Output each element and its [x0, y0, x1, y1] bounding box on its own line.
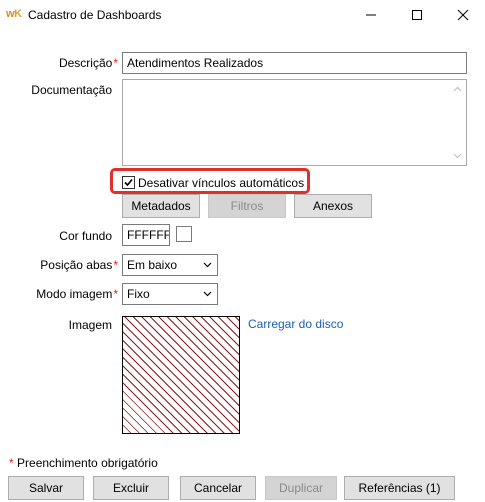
modo-imagem-label-text: Modo imagem: [36, 287, 113, 301]
posicao-abas-label-text: Posição abas: [40, 258, 113, 272]
minimize-button[interactable]: [348, 0, 394, 30]
maximize-icon: [412, 10, 422, 20]
required-footnote: * Preenchimento obrigatório: [8, 456, 158, 470]
maximize-button[interactable]: [394, 0, 440, 30]
required-mark: *: [9, 456, 14, 470]
modo-imagem-value: Fixo: [127, 287, 150, 301]
minimize-icon: [366, 14, 376, 16]
posicao-abas-select[interactable]: Em baixo: [122, 254, 218, 276]
image-preview: [122, 316, 240, 434]
required-mark: *: [113, 56, 118, 70]
descricao-label-text: Descrição: [58, 56, 113, 70]
desativar-vinculos-checkbox[interactable]: [122, 176, 135, 189]
excluir-button[interactable]: Excluir: [93, 476, 169, 500]
documentacao-scrollbar[interactable]: [449, 80, 466, 165]
app-logo-k: K: [14, 8, 22, 20]
documentacao-textarea[interactable]: [122, 79, 467, 166]
posicao-abas-label: Posição abas*: [20, 258, 118, 272]
scroll-down-icon[interactable]: [453, 151, 462, 160]
chevron-down-icon: [203, 262, 212, 268]
modo-imagem-label: Modo imagem*: [20, 287, 118, 301]
cor-fundo-input[interactable]: FFFFFF: [122, 224, 170, 246]
close-icon: [457, 9, 469, 21]
checkmark-icon: [124, 178, 133, 187]
descricao-input[interactable]: Atendimentos Realizados: [122, 52, 467, 74]
documentacao-label: Documentação: [31, 83, 112, 97]
cor-fundo-swatch[interactable]: [176, 226, 192, 242]
chevron-down-icon: [203, 291, 212, 297]
metadados-button[interactable]: Metadados: [122, 194, 200, 218]
modo-imagem-select[interactable]: Fixo: [122, 283, 218, 305]
required-footnote-text: Preenchimento obrigatório: [17, 456, 158, 470]
app-logo-w: w: [6, 8, 15, 20]
carregar-do-disco-link[interactable]: Carregar do disco: [248, 317, 343, 331]
duplicar-button[interactable]: Duplicar: [265, 476, 337, 500]
posicao-abas-value: Em baixo: [127, 258, 178, 272]
title-bar: wK Cadastro de Dashboards: [0, 0, 485, 30]
desativar-vinculos-label[interactable]: Desativar vínculos automáticos: [138, 176, 304, 190]
required-mark: *: [113, 287, 118, 301]
salvar-button[interactable]: Salvar: [8, 476, 84, 500]
required-mark: *: [113, 258, 118, 272]
cancelar-button[interactable]: Cancelar: [180, 476, 256, 500]
descricao-label: Descrição*: [30, 56, 118, 70]
anexos-button[interactable]: Anexos: [294, 194, 372, 218]
app-logo: wK: [6, 8, 22, 20]
cor-fundo-label: Cor fundo: [59, 229, 112, 243]
filtros-button[interactable]: Filtros: [208, 194, 286, 218]
close-button[interactable]: [440, 0, 485, 30]
imagem-label: Imagem: [68, 318, 112, 332]
referencias-button[interactable]: Referências (1): [344, 476, 455, 500]
scroll-up-icon[interactable]: [453, 85, 462, 94]
window-title: Cadastro de Dashboards: [28, 8, 162, 22]
